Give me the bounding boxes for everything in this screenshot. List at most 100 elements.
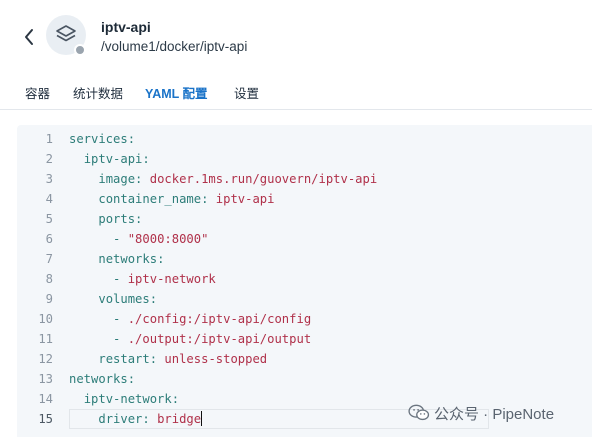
line-number: 1 xyxy=(45,132,53,146)
code-text: driver: bridge xyxy=(69,409,203,429)
yaml-value: ./config:/iptv-api/config xyxy=(127,312,312,326)
yaml-separator: - xyxy=(113,272,128,286)
yaml-key: image xyxy=(98,172,136,186)
code-text: - "8000:8000" xyxy=(69,229,208,249)
status-indicator xyxy=(74,44,86,56)
code-text: - ./config:/iptv-api/config xyxy=(69,309,311,329)
tab-settings[interactable]: 设置 xyxy=(234,83,259,102)
project-path: /volume1/docker/iptv-api xyxy=(101,39,248,54)
app-header: iptv-api /volume1/docker/iptv-api xyxy=(0,0,592,72)
code-line: 4 container_name: iptv-api xyxy=(17,189,592,209)
code-text: - ./output:/iptv-api/output xyxy=(69,329,311,349)
yaml-separator: : xyxy=(149,352,165,366)
yaml-key: iptv-network xyxy=(83,392,172,406)
yaml-separator: : xyxy=(135,172,150,186)
tab-yaml-config[interactable]: YAML 配置 xyxy=(145,83,208,102)
line-number: 6 xyxy=(45,232,53,246)
code-text: services: xyxy=(69,129,135,149)
code-line: 7 networks: xyxy=(17,249,592,269)
yaml-separator: - xyxy=(113,312,128,326)
yaml-value: unless-stopped xyxy=(164,352,268,366)
tab-statistics[interactable]: 统计数据 xyxy=(73,83,123,102)
code-text: restart: unless-stopped xyxy=(69,349,267,369)
line-number: 10 xyxy=(38,312,53,326)
text-cursor xyxy=(201,411,203,426)
code-text: ports: xyxy=(69,209,142,229)
tab-bar: 容器 统计数据 YAML 配置 设置 xyxy=(0,72,592,110)
line-number: 9 xyxy=(45,292,53,306)
layers-icon xyxy=(56,25,76,42)
watermark-text: 公众号 · PipeNote xyxy=(434,405,555,423)
yaml-key: container_name xyxy=(98,192,202,206)
line-number: 5 xyxy=(45,212,53,226)
code-line: 2 iptv-api: xyxy=(17,149,592,169)
wechat-icon xyxy=(408,404,430,421)
line-number: 2 xyxy=(45,152,53,166)
code-line: 13 networks: xyxy=(17,369,592,389)
yaml-separator: - xyxy=(113,232,128,246)
code-text: iptv-network: xyxy=(69,389,179,409)
yaml-value: iptv-api xyxy=(215,192,275,206)
line-number: 7 xyxy=(45,252,53,266)
code-text: image: docker.1ms.run/guovern/iptv-api xyxy=(69,169,377,189)
code-text: - iptv-network xyxy=(69,269,216,289)
yaml-value: iptv-network xyxy=(127,272,216,286)
line-number: 11 xyxy=(38,332,53,346)
yaml-separator: - xyxy=(113,332,128,346)
yaml-key: driver xyxy=(98,412,143,426)
yaml-editor[interactable]: 1 services: 2 iptv-api: 3 image: docker.1ms… xyxy=(17,125,592,437)
chevron-left-icon xyxy=(25,29,33,45)
yaml-value: bridge xyxy=(157,412,202,426)
code-line: 6 - "8000:8000" xyxy=(17,229,592,249)
code-text: container_name: iptv-api xyxy=(69,189,274,209)
line-number: 3 xyxy=(45,172,53,186)
code-line: 11 - ./output:/iptv-api/output xyxy=(17,329,592,349)
code-line: 10 - ./config:/iptv-api/config xyxy=(17,309,592,329)
code-line: 8 - iptv-network xyxy=(17,269,592,289)
code-line: 12 restart: unless-stopped xyxy=(17,349,592,369)
yaml-separator: : xyxy=(149,292,158,306)
code-text: networks: xyxy=(69,249,164,269)
yaml-separator: : xyxy=(157,252,165,266)
yaml-value: "8000:8000" xyxy=(127,232,209,246)
code-text: networks: xyxy=(69,369,135,389)
code-line: 1 services: xyxy=(17,129,592,149)
yaml-key: networks xyxy=(69,372,128,386)
yaml-key: ports xyxy=(98,212,136,226)
yaml-separator: : xyxy=(127,372,136,386)
yaml-key: restart xyxy=(98,352,150,366)
code-line: 5 ports: xyxy=(17,209,592,229)
tab-container[interactable]: 容器 xyxy=(25,83,50,102)
code-line: 9 volumes: xyxy=(17,289,592,309)
yaml-key: volumes xyxy=(98,292,150,306)
yaml-separator: : xyxy=(127,132,136,146)
back-button[interactable] xyxy=(18,24,40,50)
yaml-key: iptv-api xyxy=(83,152,143,166)
line-number: 14 xyxy=(38,392,53,406)
code-text: volumes: xyxy=(69,289,157,309)
yaml-key: services xyxy=(69,132,128,146)
yaml-separator: : xyxy=(171,392,180,406)
page-title: iptv-api xyxy=(101,19,151,35)
watermark: 公众号 · PipeNote xyxy=(408,402,554,424)
yaml-separator: : xyxy=(142,412,158,426)
yaml-value: ./output:/iptv-api/output xyxy=(127,332,312,346)
yaml-value: docker.1ms.run/guovern/iptv-api xyxy=(149,172,378,186)
line-number: 12 xyxy=(38,352,53,366)
line-number: 4 xyxy=(45,192,53,206)
code-line: 3 image: docker.1ms.run/guovern/iptv-api xyxy=(17,169,592,189)
yaml-key: networks xyxy=(98,252,158,266)
line-number: 13 xyxy=(38,372,53,386)
